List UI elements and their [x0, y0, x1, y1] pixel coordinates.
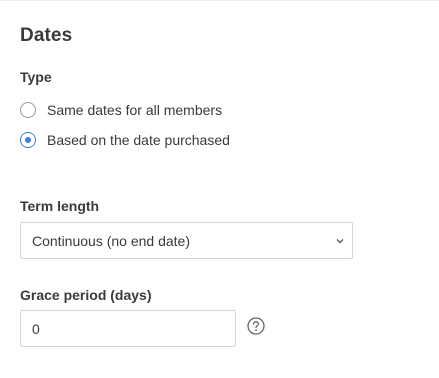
grace-period-input[interactable] — [20, 310, 236, 347]
type-label: Type — [20, 69, 52, 85]
term-length-select[interactable]: Continuous (no end date) — [20, 222, 353, 259]
radio-same-dates[interactable]: Same dates for all members — [20, 101, 222, 119]
term-length-selected-value: Continuous (no end date) — [32, 233, 190, 249]
radio-label-same-dates: Same dates for all members — [47, 102, 223, 118]
radio-button-checked[interactable] — [20, 132, 36, 148]
top-divider — [0, 0, 439, 1]
radio-label-date-purchased: Based on the date purchased — [47, 132, 230, 148]
section-title: Dates — [20, 25, 73, 46]
grace-period-label: Grace period (days) — [20, 287, 152, 303]
chevron-down-icon — [336, 239, 344, 244]
term-length-label: Term length — [20, 198, 100, 214]
radio-button-unchecked[interactable] — [20, 102, 36, 118]
question-circle-icon[interactable] — [247, 317, 265, 335]
radio-date-purchased[interactable]: Based on the date purchased — [20, 131, 230, 149]
